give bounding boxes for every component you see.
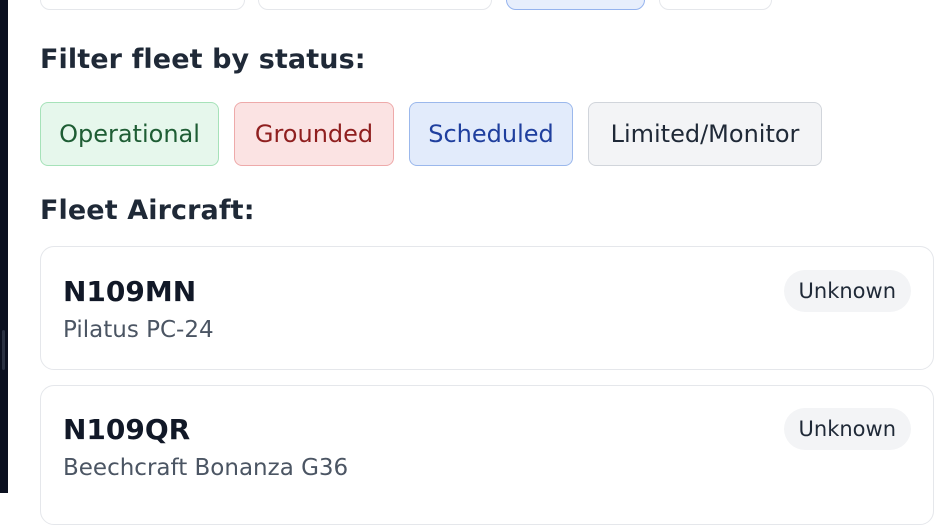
aircraft-card[interactable]: N109MN Pilatus PC-24 Unknown [40,246,934,370]
aircraft-registration: N109QR [63,413,191,446]
status-badge: Unknown [783,270,911,312]
filter-operational-button[interactable]: Operational [40,102,219,166]
top-chip-3[interactable] [506,0,645,10]
status-filter-group: Operational Grounded Scheduled Limited/M… [40,102,822,166]
top-chip-4[interactable] [659,0,772,10]
window-left-rail [0,0,8,493]
filter-section-title: Filter fleet by status: [40,44,366,75]
top-chip-1[interactable] [40,0,245,10]
status-badge: Unknown [783,408,911,450]
aircraft-card[interactable]: N109QR Beechcraft Bonanza G36 Unknown [40,385,934,525]
filter-scheduled-button[interactable]: Scheduled [409,102,573,166]
aircraft-model: Pilatus PC-24 [63,317,214,343]
fleet-section-title: Fleet Aircraft: [40,195,255,226]
filter-grounded-button[interactable]: Grounded [234,102,394,166]
aircraft-registration: N109MN [63,275,197,308]
aircraft-model: Beechcraft Bonanza G36 [63,455,349,481]
top-chip-2[interactable] [258,0,492,10]
window-right-edge [938,0,952,493]
resize-handle[interactable] [2,330,5,370]
filter-limited-monitor-button[interactable]: Limited/Monitor [588,102,822,166]
